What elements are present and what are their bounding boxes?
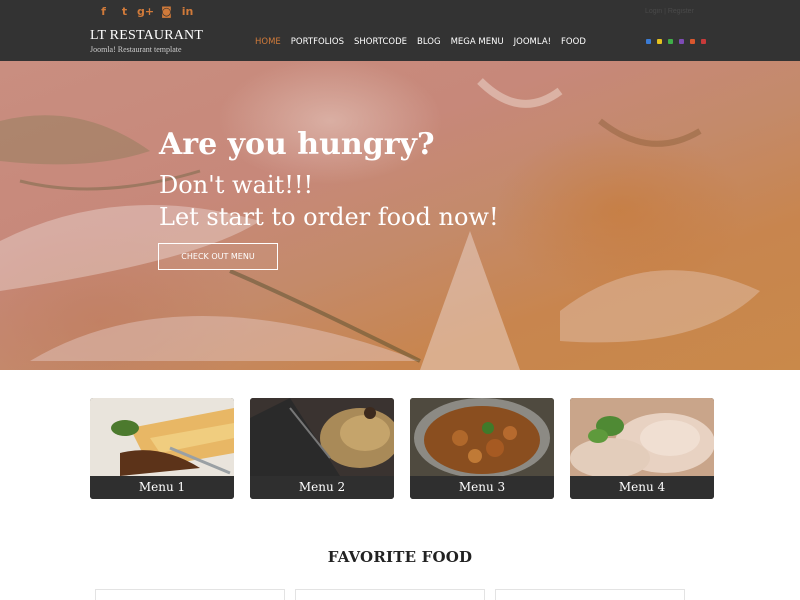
instagram-icon[interactable]: ◙ [156, 5, 177, 19]
nav-item-joomla[interactable]: JOOMLA! [514, 37, 551, 47]
menu-cards-section: Menu 1 Menu 2 Menu 3 Menu 4 [0, 370, 800, 530]
social-links: f t g+ ◙ in [93, 5, 198, 19]
site-header: f t g+ ◙ in Login | Register LT RESTAURA… [0, 0, 800, 61]
favorite-food-section: FAVORITE FOOD [0, 530, 800, 600]
nav-item-blog[interactable]: BLOG [417, 37, 441, 47]
menu-card-label: Menu 3 [458, 480, 506, 494]
favorite-food-card[interactable] [95, 589, 285, 600]
main-nav: HOME PORTFOLIOS SHORTCODE BLOG MEGA MENU… [250, 37, 591, 47]
nav-item-food[interactable]: FOOD [561, 37, 586, 47]
twitter-icon[interactable]: t [114, 5, 135, 19]
nav-item-home[interactable]: HOME [255, 37, 281, 47]
color-swatch[interactable] [657, 39, 662, 44]
menu-4-image [570, 398, 714, 476]
section-title: FAVORITE FOOD [327, 548, 473, 566]
check-out-menu-button[interactable]: CHECK OUT MENU [158, 243, 278, 270]
favorite-food-card[interactable] [295, 589, 485, 600]
menu-2-image [250, 398, 394, 476]
menu-card-3[interactable]: Menu 3 [410, 398, 554, 499]
menu-card-1[interactable]: Menu 1 [90, 398, 234, 499]
menu-3-image [410, 398, 554, 476]
favorite-food-card[interactable] [495, 589, 685, 600]
google-plus-icon[interactable]: g+ [135, 5, 156, 19]
color-switcher [646, 39, 706, 44]
menu-card-label: Menu 2 [298, 480, 346, 494]
menu-card-2[interactable]: Menu 2 [250, 398, 394, 499]
nav-item-shortcode[interactable]: SHORTCODE [354, 37, 407, 47]
menu-card-label: Menu 4 [618, 480, 666, 494]
color-swatch[interactable] [690, 39, 695, 44]
menu-card-4[interactable]: Menu 4 [570, 398, 714, 499]
color-swatch[interactable] [679, 39, 684, 44]
site-tagline: Joomla! Restaurant template [90, 45, 182, 54]
menu-card-label: Menu 1 [138, 480, 186, 494]
facebook-icon[interactable]: f [93, 5, 114, 19]
menu-1-image [90, 398, 234, 476]
color-swatch[interactable] [668, 39, 673, 44]
login-register-links[interactable]: Login | Register [645, 8, 717, 16]
nav-item-portfolios[interactable]: PORTFOLIOS [291, 37, 344, 47]
hero-subtitle-line-1: Don't wait!!! [159, 171, 314, 199]
color-swatch[interactable] [646, 39, 651, 44]
nav-item-mega-menu[interactable]: MEGA MENU [451, 37, 504, 47]
color-swatch[interactable] [701, 39, 706, 44]
site-logo[interactable]: LT RESTAURANT [90, 28, 203, 44]
hero-subtitle-line-2: Let start to order food now! [159, 203, 499, 231]
hero-banner: Are you hungry? Don't wait!!! Let start … [0, 61, 800, 370]
hero-title: Are you hungry? [159, 127, 435, 162]
linkedin-icon[interactable]: in [177, 5, 198, 19]
